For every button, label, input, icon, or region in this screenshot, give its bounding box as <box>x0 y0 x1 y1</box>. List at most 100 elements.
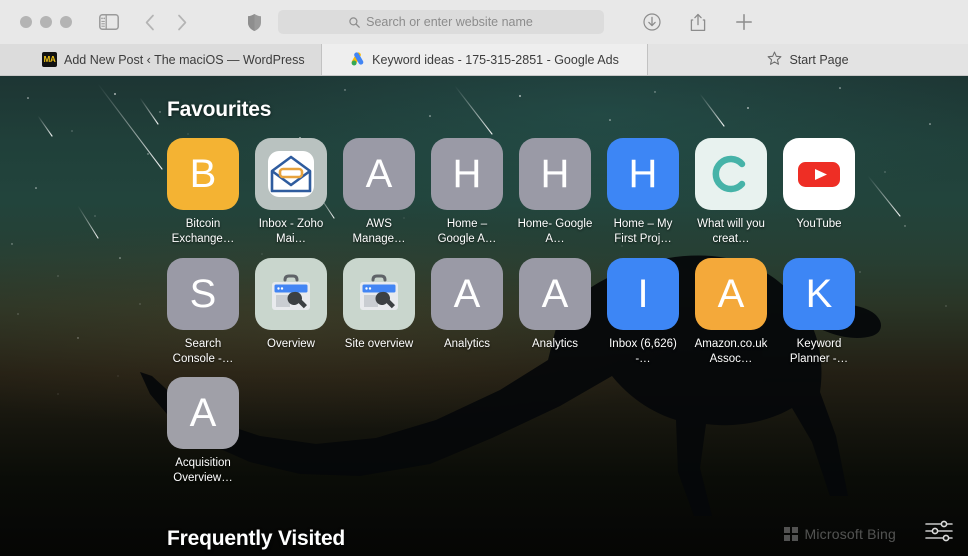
favourite-tile-acquisition-overview[interactable]: A Acquisition Overview… <box>167 377 239 487</box>
sidebar-icon[interactable] <box>98 11 120 33</box>
favourite-tile-amazon-associates[interactable]: A Amazon.co.uk Assoc… <box>695 257 767 368</box>
tile-letter: I <box>637 271 649 316</box>
favourite-tile-home-google-ads-1[interactable]: H Home – Google A… <box>431 138 503 248</box>
favourite-icon-amazon-associates[interactable]: A <box>695 257 767 330</box>
tile-letter: A <box>541 271 569 316</box>
favourite-tile-bitcoin-exchange[interactable]: B Bitcoin Exchange… <box>167 138 239 248</box>
favourite-icon-inbox-6626[interactable]: I <box>607 257 679 330</box>
favourite-tile-youtube[interactable]: YouTube <box>783 138 855 248</box>
privacy-shield-icon[interactable] <box>244 11 264 33</box>
favourite-label: Home – Google A… <box>437 218 497 246</box>
tab-bar: MA Add New Post ‹ The maciOS — WordPress… <box>0 44 968 76</box>
chevron-left-icon[interactable] <box>142 11 158 33</box>
favourite-icon-search-console[interactable]: S <box>167 257 239 330</box>
favourite-icon-acquisition-overview[interactable]: A <box>167 377 239 450</box>
favourite-icon-home-my-first-project[interactable]: H <box>607 138 679 210</box>
tile-letter: H <box>540 152 570 196</box>
favourite-icon-keyword-planner[interactable]: K <box>783 257 855 330</box>
minimize-window-button[interactable] <box>40 16 52 28</box>
tab-wordpress-add-new-post[interactable]: MA Add New Post ‹ The maciOS — WordPress <box>0 44 322 75</box>
favourite-tile-inbox-6626[interactable]: I Inbox (6,626) -… <box>607 257 679 368</box>
favourite-tile-home-google-ads-2[interactable]: H Home- Google A… <box>517 138 593 248</box>
favourite-label: Search Console -… <box>172 337 234 365</box>
tab-google-ads-keyword-ideas[interactable]: Keyword ideas - 175-315-2851 - Google Ad… <box>322 44 648 75</box>
plus-icon[interactable] <box>734 11 754 33</box>
favourite-tile-search-console[interactable]: S Search Console -… <box>167 257 239 368</box>
favourite-icon-search-console-overview[interactable] <box>255 257 327 330</box>
favourite-icon-bitcoin-exchange[interactable]: B <box>167 138 239 210</box>
favourite-tile-aws-management-console[interactable]: A AWS Manage… <box>343 138 415 248</box>
favourite-label: Inbox (6,626) -… <box>609 337 677 365</box>
favourite-tile-keyword-planner[interactable]: K Keyword Planner -… <box>783 257 855 368</box>
zoho-mail-icon <box>268 151 314 197</box>
favourite-label: Bitcoin Exchange… <box>171 218 235 246</box>
bing-watermark: Microsoft Bing <box>784 526 896 542</box>
search-console-toolbox-icon <box>360 274 398 310</box>
chevron-right-icon[interactable] <box>174 11 190 33</box>
canva-icon <box>712 155 746 193</box>
start-page-tab[interactable]: Start Page <box>648 44 968 75</box>
favourite-icon-home-google-ads-2[interactable]: H <box>519 138 591 210</box>
favourite-label: Inbox - Zoho Mai… <box>258 218 324 246</box>
google-ads-favicon <box>350 52 365 67</box>
tile-letter: S <box>189 271 217 316</box>
tab-title: Keyword ideas - 175-315-2851 - Google Ad… <box>372 52 619 67</box>
tile-letter: A <box>717 271 745 316</box>
favourite-label: Keyword Planner -… <box>789 337 849 365</box>
safari-window: Search or enter website name MA Add New … <box>0 0 968 556</box>
tab-title: Add New Post ‹ The maciOS — WordPress <box>64 52 305 67</box>
favourite-icon-home-google-ads-1[interactable]: H <box>431 138 503 210</box>
favourites-grid: B Bitcoin Exchange… Inbox - Zoho Mai… A AWS… <box>167 138 968 487</box>
tile-letter: A <box>453 271 481 316</box>
favourite-icon-site-overview[interactable] <box>343 257 415 330</box>
favourite-tile-home-my-first-project[interactable]: H Home – My First Proj… <box>607 138 679 248</box>
tile-letter: A <box>189 391 217 436</box>
navigation-buttons <box>142 11 190 33</box>
close-window-button[interactable] <box>20 16 32 28</box>
favourite-label: Analytics <box>443 337 491 350</box>
favourite-tile-site-overview[interactable]: Site overview <box>343 257 415 368</box>
favourite-icon-youtube[interactable] <box>783 138 855 210</box>
tile-letter: A <box>365 152 393 196</box>
address-input-placeholder: Search or enter website name <box>366 15 533 29</box>
favourite-icon-inbox-zoho-mail[interactable] <box>255 138 327 210</box>
tile-letter: H <box>452 152 482 196</box>
youtube-icon <box>798 162 840 187</box>
favourite-label: Home- Google A… <box>517 218 593 246</box>
favourite-icon-canva-what-will-you-create[interactable] <box>695 138 767 210</box>
search-icon <box>349 16 360 28</box>
favourite-label: Home – My First Proj… <box>613 218 673 246</box>
favourite-tile-search-console-overview[interactable]: Overview <box>255 257 327 368</box>
wordpress-ma-favicon: MA <box>42 52 57 67</box>
favourite-icon-aws-management-console[interactable]: A <box>343 138 415 210</box>
share-icon[interactable] <box>688 11 708 33</box>
tile-letter: H <box>628 152 658 196</box>
favourites-heading: Favourites <box>167 98 272 121</box>
bing-watermark-label: Microsoft Bing <box>804 526 896 542</box>
favourite-label: What will you creat… <box>697 218 765 246</box>
favourite-label: Site overview <box>344 337 414 350</box>
favourite-label: Overview <box>267 337 315 350</box>
toolbar-right-buttons <box>642 11 754 33</box>
zoom-window-button[interactable] <box>60 16 72 28</box>
star-icon <box>767 51 782 69</box>
favourite-label: YouTube <box>796 218 842 230</box>
search-console-toolbox-icon <box>272 274 310 310</box>
favourite-tile-analytics-1[interactable]: A Analytics <box>431 257 503 368</box>
start-page-body: Favourites B Bitcoin Exchange… Inbox - Zo… <box>0 76 968 556</box>
tile-letter: K <box>805 271 833 316</box>
favourite-icon-analytics-2[interactable]: A <box>519 257 591 330</box>
favourite-tile-canva-what-will-you-create[interactable]: What will you creat… <box>695 138 767 248</box>
microsoft-logo-icon <box>784 527 798 541</box>
favourite-tile-analytics-2[interactable]: A Analytics <box>519 257 591 368</box>
favourite-label: Analytics <box>531 337 579 350</box>
start-page-content: Favourites B Bitcoin Exchange… Inbox - Zo… <box>0 76 968 556</box>
tile-letter: B <box>189 152 217 196</box>
sliders-settings-icon[interactable] <box>924 518 954 544</box>
address-bar[interactable]: Search or enter website name <box>278 10 604 34</box>
window-traffic-lights <box>20 16 72 28</box>
favourite-icon-analytics-1[interactable]: A <box>431 257 503 330</box>
download-icon[interactable] <box>642 11 662 33</box>
favourite-label: Acquisition Overview… <box>173 457 233 485</box>
favourite-tile-inbox-zoho-mail[interactable]: Inbox - Zoho Mai… <box>255 138 327 248</box>
